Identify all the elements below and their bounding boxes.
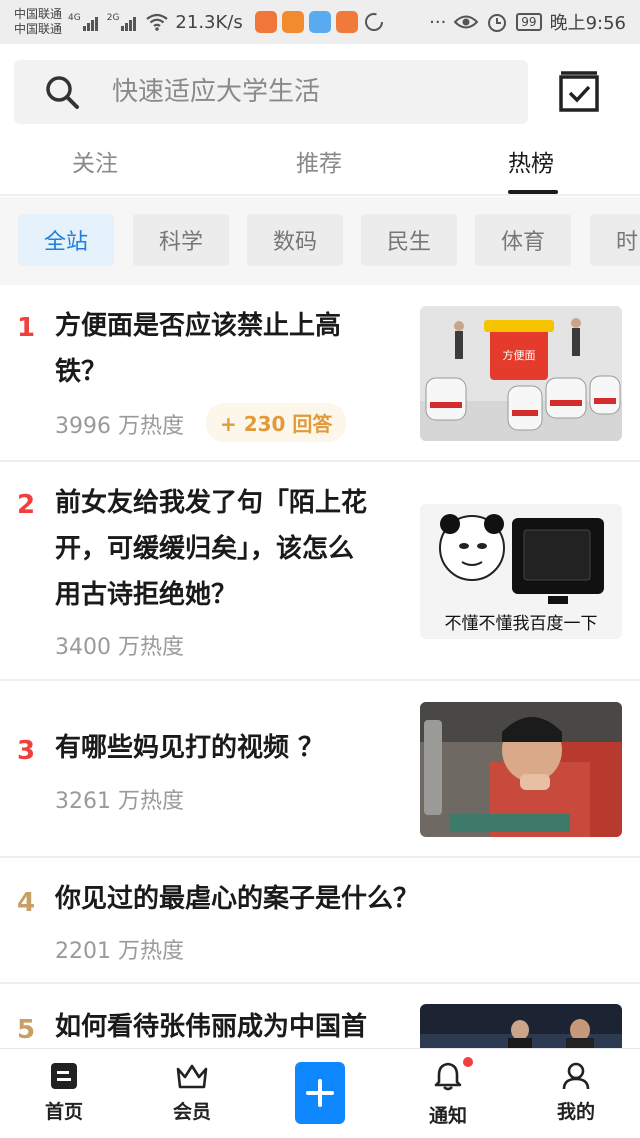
heat-count: 2201 万热度 <box>55 939 184 964</box>
nav-label: 首页 <box>44 1101 83 1123</box>
heat-count: 3261 万热度 <box>55 789 184 814</box>
network-type-1: 4G <box>68 13 81 23</box>
status-right: ··· 99 晚上9:56 <box>429 9 626 35</box>
title-line: 方便面是否应该禁止上高 <box>55 311 342 341</box>
title-line: 铁？ <box>55 357 108 387</box>
thumb-caption: 方便面 <box>503 348 536 362</box>
plus-icon <box>306 1079 334 1107</box>
notification-dot <box>463 1057 473 1067</box>
title-line: 你见过的最虐心的案子是什么？ <box>55 884 420 914</box>
answers-badge[interactable]: + 230 回答 <box>206 403 347 442</box>
person-icon <box>562 1062 590 1090</box>
home-doc-icon <box>51 1063 77 1089</box>
rank-number: 1 <box>17 313 36 343</box>
item-title[interactable]: 有哪些妈见打的视频 ？ <box>55 725 324 771</box>
title-line: 如何看待张伟丽成为中国首 <box>55 1012 368 1042</box>
eye-icon <box>454 15 479 29</box>
item-thumbnail[interactable]: 方便面 <box>420 306 622 441</box>
item-title[interactable]: 方便面是否应该禁止上高 铁？ <box>55 303 341 395</box>
loading-circle-icon <box>364 13 383 31</box>
bottom-nav: 首页 会员 通知 我的 <box>0 1048 640 1138</box>
active-tab-indicator <box>508 190 558 194</box>
chip-livelihood[interactable]: 民生 <box>361 214 457 266</box>
carrier-labels: 中国联通 中国联通 <box>14 7 62 37</box>
video-app-icon <box>281 11 304 33</box>
rank-number: 4 <box>17 888 36 918</box>
item-thumbnail[interactable]: 不懂不懂我百度一下 <box>420 504 622 639</box>
carrier-1: 中国联通 <box>14 7 63 21</box>
title-line: 有哪些妈见打的视频 ？ <box>55 733 325 763</box>
nav-home[interactable]: 首页 <box>24 1061 104 1124</box>
chip-science[interactable]: 科学 <box>133 214 229 266</box>
chip-sports[interactable]: 体育 <box>475 214 571 266</box>
rank-number: 5 <box>17 1015 36 1045</box>
network-type-2: 2G <box>106 13 120 23</box>
message-app-icon <box>308 11 331 33</box>
status-bar: 中国联通 中国联通 4G 2G 21.3K/s ··· 99 晚上9:56 <box>0 0 640 44</box>
tab-follow[interactable]: 关注 <box>72 144 118 178</box>
list-item-3[interactable]: 3 有哪些妈见打的视频 ？ 3261 万热度 <box>0 681 640 858</box>
item-thumbnail[interactable] <box>420 702 622 837</box>
signal-icon-2: 2G <box>107 13 138 31</box>
search-input[interactable] <box>112 77 492 107</box>
more-dots: ··· <box>429 11 447 33</box>
create-button[interactable] <box>295 1062 345 1124</box>
list-item-4[interactable]: 4 你见过的最虐心的案子是什么？ 2201 万热度 <box>0 858 640 984</box>
heart-app-icon <box>335 11 358 33</box>
bell-icon <box>434 1062 462 1091</box>
nav-notify[interactable]: 通知 <box>408 1057 488 1128</box>
tab-hot-list[interactable]: 热榜 <box>508 144 554 178</box>
nav-label: 我的 <box>556 1101 595 1123</box>
chip-current[interactable]: 时 <box>590 214 640 266</box>
tab-recommend[interactable]: 推荐 <box>296 144 342 178</box>
search-icon <box>46 76 79 109</box>
list-item-2[interactable]: 2 前女友给我发了句「陌上花 开，可缓缓归矣」，该怎么 用古诗拒绝她？ 3400… <box>0 462 640 681</box>
title-line: 开，可缓缓归矣」，该怎么 <box>55 534 355 564</box>
weibo-app-icon <box>254 11 277 33</box>
list-item-5[interactable]: 5 如何看待张伟丽成为中国首 <box>0 984 640 1048</box>
heat-count: 3400 万热度 <box>55 635 184 660</box>
title-line: 前女友给我发了句「陌上花 <box>55 488 368 518</box>
list-item-1[interactable]: 1 方便面是否应该禁止上高 铁？ 3996 万热度 + 230 回答 方便面 <box>0 285 640 462</box>
item-title[interactable]: 你见过的最虐心的案子是什么？ <box>55 876 419 922</box>
notification-icons <box>254 11 385 33</box>
item-title[interactable]: 前女友给我发了句「陌上花 开，可缓缓归矣」，该怎么 用古诗拒绝她？ <box>55 480 367 618</box>
search-bar[interactable] <box>14 60 528 124</box>
title-line: 用古诗拒绝她？ <box>55 580 238 610</box>
crown-icon <box>176 1064 208 1089</box>
rank-number: 2 <box>17 490 36 520</box>
thumb-caption: 不懂不懂我百度一下 <box>445 614 598 634</box>
alarm-icon <box>488 14 507 32</box>
clock: 晚上9:56 <box>549 13 626 34</box>
category-chips: 全站 科学 数码 民生 体育 时 <box>0 197 640 285</box>
network-speed: 21.3K/s <box>175 11 243 33</box>
item-title[interactable]: 如何看待张伟丽成为中国首 <box>55 1004 367 1048</box>
item-thumbnail[interactable] <box>420 1004 622 1048</box>
nav-vip[interactable]: 会员 <box>152 1061 232 1124</box>
battery-icon: 99 <box>516 13 542 31</box>
chip-digital[interactable]: 数码 <box>247 214 343 266</box>
heat-count: 3996 万热度 <box>55 414 184 439</box>
tab-bar: 关注 推荐 热榜 <box>0 130 640 196</box>
nav-mine[interactable]: 我的 <box>536 1061 616 1124</box>
signal-icon-1: 4G <box>68 13 99 31</box>
checklist-icon[interactable] <box>557 70 601 114</box>
chip-all-site[interactable]: 全站 <box>18 214 114 266</box>
carrier-2: 中国联通 <box>14 22 63 36</box>
wifi-icon <box>146 13 169 31</box>
rank-number: 3 <box>17 736 36 766</box>
nav-label: 会员 <box>172 1101 211 1123</box>
nav-label: 通知 <box>428 1105 467 1127</box>
